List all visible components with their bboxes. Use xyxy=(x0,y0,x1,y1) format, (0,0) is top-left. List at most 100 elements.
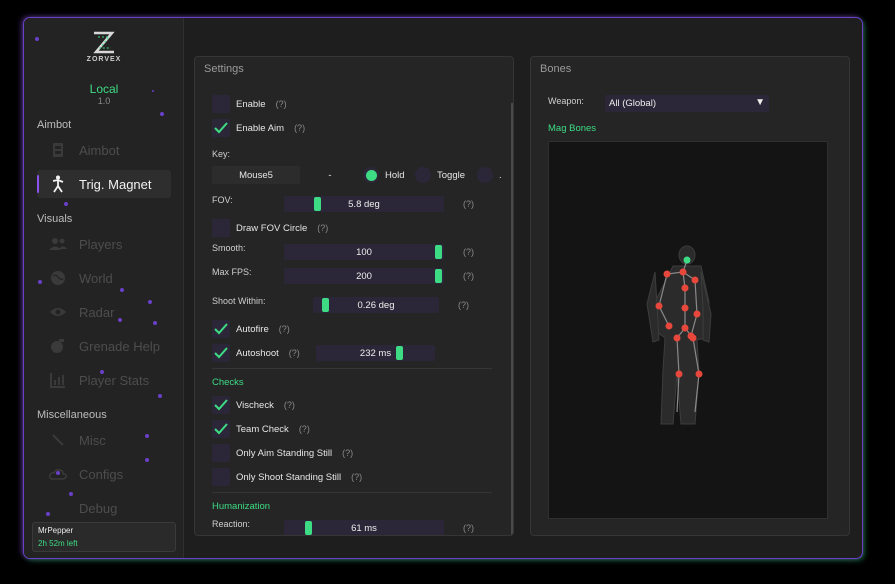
sidebar-item-trig-magnet[interactable]: Trig. Magnet xyxy=(37,170,171,198)
person-icon xyxy=(47,175,69,193)
autoshoot-slider[interactable]: 232 ms xyxy=(316,345,435,361)
particle-dot xyxy=(64,202,68,206)
check-icon xyxy=(214,323,228,335)
sidebar-item-world[interactable]: World xyxy=(37,264,171,292)
enable-checkbox[interactable] xyxy=(212,95,230,113)
sidebar-item-label: Debug xyxy=(79,500,118,516)
help-icon[interactable]: (?) xyxy=(351,472,362,482)
reaction-slider[interactable]: 61 ms xyxy=(284,520,444,535)
sidebar-item-radar[interactable]: Radar xyxy=(37,298,171,326)
weapon-select[interactable]: All (Global) ▼ xyxy=(605,95,769,112)
bone-point xyxy=(693,310,701,318)
build-version: 1.0 xyxy=(97,96,111,106)
slider-thumb[interactable] xyxy=(435,245,442,259)
section-label-aimbot: Aimbot xyxy=(37,119,72,131)
shoot-standing-checkbox[interactable] xyxy=(212,468,230,486)
help-icon[interactable]: (?) xyxy=(463,271,474,281)
help-icon[interactable]: (?) xyxy=(299,424,310,434)
sidebar-item-aimbot[interactable]: Aimbot xyxy=(37,136,171,164)
shoot-within-value: 0.26 deg xyxy=(357,299,395,311)
help-icon[interactable]: (?) xyxy=(284,400,295,410)
vischeck-row: Vischeck (?) xyxy=(212,396,295,414)
autofire-row: Autofire (?) xyxy=(212,320,290,338)
sidebar-item-debug[interactable]: Debug xyxy=(37,494,171,522)
help-icon[interactable]: (?) xyxy=(463,523,474,533)
draw-fov-checkbox[interactable] xyxy=(212,219,230,237)
sidebar-item-label: Players xyxy=(79,236,123,252)
aim-standing-label: Only Aim Standing Still xyxy=(236,447,333,459)
settings-panel: Settings Enable (?) Enable Aim (?) Key: … xyxy=(194,56,514,536)
help-icon[interactable]: (?) xyxy=(317,223,328,233)
sidebar: ZORVEX Local 1.0 Aimbot Aimbot Trig. Mag… xyxy=(24,18,184,558)
key-separator: - xyxy=(328,169,332,181)
enable-aim-row: Enable Aim (?) xyxy=(212,119,305,137)
shoot-within-slider[interactable]: 0.26 deg xyxy=(313,297,439,313)
bone-point xyxy=(681,304,689,312)
vischeck-checkbox[interactable] xyxy=(212,396,230,414)
slider-thumb[interactable] xyxy=(313,197,321,211)
toggle-radio[interactable] xyxy=(415,167,431,183)
smooth-slider[interactable]: 100 xyxy=(284,244,444,260)
divider xyxy=(212,368,492,369)
max-fps-slider[interactable]: 200 xyxy=(284,268,444,284)
team-check-checkbox[interactable] xyxy=(212,420,230,438)
autofire-checkbox[interactable] xyxy=(212,320,230,338)
autoshoot-value: 232 ms xyxy=(359,347,392,359)
fov-value: 5.8 deg xyxy=(348,198,380,210)
check-icon xyxy=(214,399,228,411)
mode-third-option[interactable]: . xyxy=(477,167,502,183)
key-bind-button[interactable]: Mouse5 xyxy=(212,166,300,184)
autoshoot-checkbox[interactable] xyxy=(212,344,230,362)
aim-standing-checkbox[interactable] xyxy=(212,444,230,462)
panel-title: Bones xyxy=(540,63,572,75)
help-icon[interactable]: (?) xyxy=(463,199,474,209)
section-label-miscellaneous: Miscellaneous xyxy=(37,409,107,421)
sidebar-item-misc[interactable]: Misc xyxy=(37,426,171,454)
third-mode-label: . xyxy=(499,169,502,181)
fov-slider[interactable]: 5.8 deg xyxy=(284,196,444,212)
enable-aim-checkbox[interactable] xyxy=(212,119,230,137)
help-icon[interactable]: (?) xyxy=(289,348,300,358)
autoshoot-label: Autoshoot xyxy=(236,347,279,359)
bone-point xyxy=(679,268,687,276)
stats-icon xyxy=(47,371,69,389)
slider-thumb[interactable] xyxy=(304,521,312,535)
help-icon[interactable]: (?) xyxy=(342,448,353,458)
settings-scrollbar[interactable] xyxy=(511,103,513,535)
weapon-value: All (Global) xyxy=(609,98,656,109)
third-mode-radio[interactable] xyxy=(477,167,493,183)
bone-point xyxy=(673,334,681,342)
help-icon[interactable]: (?) xyxy=(279,324,290,334)
subscription-time-left: 2h 52m left xyxy=(38,539,78,548)
slider-thumb[interactable] xyxy=(321,298,329,312)
mode-toggle-option[interactable]: Toggle xyxy=(415,167,465,183)
bone-point xyxy=(691,276,699,284)
help-icon[interactable]: (?) xyxy=(458,300,469,310)
sidebar-item-configs[interactable]: Configs xyxy=(37,460,171,488)
mode-hold-option[interactable]: Hold xyxy=(363,167,405,183)
bones-preview xyxy=(548,141,828,519)
bones-panel: Bones Weapon: All (Global) ▼ Mag Bones xyxy=(530,56,850,536)
toggle-label: Toggle xyxy=(437,169,465,181)
wand-icon xyxy=(47,431,69,449)
help-icon[interactable]: (?) xyxy=(276,99,287,109)
sidebar-item-label: Aimbot xyxy=(79,142,120,158)
bone-point xyxy=(681,284,689,292)
hold-radio[interactable] xyxy=(363,167,379,183)
enable-label: Enable xyxy=(236,98,266,110)
sidebar-item-label: Misc xyxy=(79,432,106,448)
panel-title: Settings xyxy=(204,63,244,75)
section-label-visuals: Visuals xyxy=(37,213,73,225)
sidebar-item-grenade-help[interactable]: Grenade Help xyxy=(37,332,171,360)
help-icon[interactable]: (?) xyxy=(463,247,474,257)
enable-row: Enable (?) xyxy=(212,95,287,113)
sidebar-item-label: Trig. Magnet xyxy=(79,176,152,192)
logo-text: ZORVEX xyxy=(86,56,122,63)
slider-thumb[interactable] xyxy=(396,346,404,360)
sidebar-item-player-stats[interactable]: Player Stats xyxy=(37,366,171,394)
help-icon[interactable]: (?) xyxy=(294,123,305,133)
slider-thumb[interactable] xyxy=(435,269,442,283)
reaction-value: 61 ms xyxy=(351,522,377,534)
sidebar-item-players[interactable]: Players xyxy=(37,230,171,258)
players-icon xyxy=(47,235,69,253)
